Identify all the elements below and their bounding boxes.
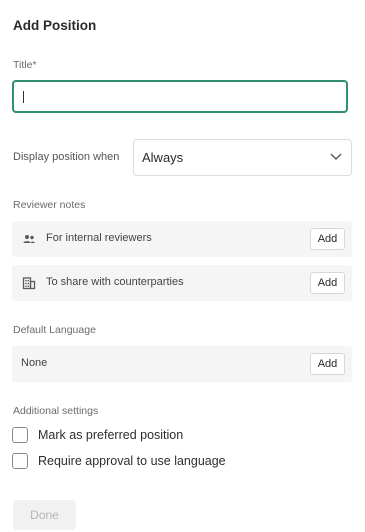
reviewer-note-counterparty-text: To share with counterparties (46, 276, 184, 288)
add-position-panel: Add Position Title* Display position whe… (0, 0, 365, 532)
people-icon (23, 235, 35, 243)
add-internal-note-button[interactable]: Add (310, 228, 345, 250)
panel-title: Add Position (13, 18, 97, 33)
text-caret (23, 91, 24, 103)
display-condition-label: Display position when (13, 151, 120, 163)
add-default-language-button[interactable]: Add (310, 353, 345, 375)
preferred-position-checkbox[interactable] (12, 427, 28, 443)
chevron-down-icon (330, 153, 342, 160)
reviewer-note-counterparty-row: To share with counterparties Add (12, 265, 352, 301)
reviewer-note-internal-text: For internal reviewers (46, 232, 152, 244)
require-approval-checkbox[interactable] (12, 453, 28, 469)
default-language-label: Default Language (13, 324, 96, 336)
reviewer-note-internal-row: For internal reviewers Add (12, 221, 352, 257)
preferred-position-label: Mark as preferred position (38, 428, 184, 442)
display-condition-value: Always (142, 150, 184, 165)
default-language-row: None Add (12, 346, 352, 382)
title-field-label: Title* (13, 59, 37, 71)
display-condition-select[interactable]: Always (133, 139, 352, 176)
reviewer-notes-label: Reviewer notes (13, 199, 86, 211)
default-language-value: None (21, 357, 48, 369)
done-button[interactable]: Done (13, 500, 76, 530)
title-input[interactable] (12, 80, 348, 113)
add-counterparty-note-button[interactable]: Add (310, 272, 345, 294)
building-icon (22, 277, 36, 290)
additional-settings-label: Additional settings (13, 405, 99, 417)
require-approval-label: Require approval to use language (38, 454, 226, 468)
